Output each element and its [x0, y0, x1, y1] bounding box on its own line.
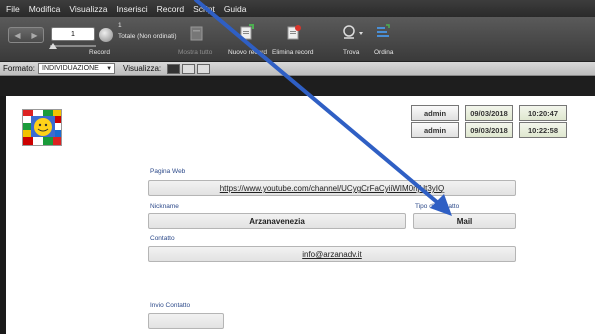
modified-user: admin	[411, 122, 459, 138]
slider-knob-icon[interactable]	[49, 43, 57, 49]
contact-label: Contatto	[150, 235, 175, 242]
menu-file[interactable]: File	[6, 4, 20, 14]
show-all-button[interactable]: Mostra tutto	[178, 49, 212, 56]
send-contact-label: Invio Contatto	[150, 302, 191, 309]
chevron-down-icon[interactable]: ▼	[106, 64, 112, 74]
created-date: 09/03/2018	[465, 105, 513, 121]
menu-inserisci[interactable]: Inserisci	[116, 4, 147, 14]
modified-date: 09/03/2018	[465, 122, 513, 138]
menu-visualizza[interactable]: Visualizza	[69, 4, 107, 14]
sort-button[interactable]: Ordina	[374, 49, 394, 56]
arrow-left-icon[interactable]: ◀	[14, 31, 20, 40]
modified-time: 10:22:58	[519, 122, 567, 138]
record-nav-arrows[interactable]: ◀ ▶	[8, 27, 44, 43]
show-all-icon[interactable]	[190, 26, 204, 42]
contact-value[interactable]: info@arzanadv.it	[302, 250, 362, 259]
record-label: Record	[89, 49, 110, 56]
menu-bar: File Modifica Visualizza Inserisci Recor…	[0, 0, 595, 17]
contact-type-field[interactable]: Mail	[413, 213, 516, 229]
find-icon[interactable]	[342, 25, 366, 41]
menu-guida[interactable]: Guida	[224, 4, 247, 14]
contact-field[interactable]: info@arzanadv.it	[148, 246, 516, 262]
app-window: File Modifica Visualizza Inserisci Recor…	[0, 0, 595, 334]
new-record-button[interactable]: Nuovo record	[228, 49, 267, 56]
menu-modifica[interactable]: Modifica	[29, 4, 61, 14]
view-list-button[interactable]	[182, 63, 196, 74]
toolbar: ◀ ▶ 1 1 Totale (Non ordinati) Record Mos…	[0, 17, 595, 62]
format-label: Formato:	[3, 64, 36, 73]
format-select[interactable]: INDIVIDUAZIONE ▼	[38, 63, 116, 74]
view-buttons	[167, 63, 211, 74]
record-count: 1	[118, 22, 122, 29]
created-user: admin	[411, 105, 459, 121]
view-label: Visualizza:	[123, 64, 162, 73]
menu-record[interactable]: Record	[157, 4, 184, 14]
format-value: INDIVIDUAZIONE	[42, 65, 99, 72]
arrow-right-icon[interactable]: ▶	[31, 31, 37, 40]
nickname-label: Nickname	[150, 203, 179, 210]
record-form: admin 09/03/2018 10:20:47 admin 09/03/20…	[6, 96, 595, 334]
record-status: Totale (Non ordinati)	[118, 33, 177, 40]
menu-script[interactable]: Script	[193, 4, 215, 14]
web-page-value[interactable]: https://www.youtube.com/channel/UCygCrFa…	[220, 184, 445, 193]
view-form-button[interactable]	[167, 63, 181, 74]
record-pie-icon	[99, 28, 113, 42]
layout-header-band	[0, 77, 595, 96]
record-number-input[interactable]: 1	[51, 27, 95, 41]
sort-icon[interactable]	[376, 24, 390, 40]
find-button[interactable]: Trova	[343, 49, 359, 56]
send-contact-field[interactable]	[148, 313, 224, 329]
view-table-button[interactable]	[197, 63, 211, 74]
nickname-field[interactable]: Arzanavenezia	[148, 213, 406, 229]
new-record-icon[interactable]	[240, 24, 254, 40]
delete-record-icon[interactable]	[287, 24, 301, 40]
flags-logo-image	[22, 109, 62, 146]
format-bar: Formato: INDIVIDUAZIONE ▼ Visualizza:	[0, 62, 595, 76]
contact-type-label: Tipo di contatto	[415, 203, 460, 210]
web-page-label: Pagina Web	[150, 168, 186, 175]
created-time: 10:20:47	[519, 105, 567, 121]
delete-record-button[interactable]: Elimina record	[272, 49, 314, 56]
web-page-field[interactable]: https://www.youtube.com/channel/UCygCrFa…	[148, 180, 516, 196]
